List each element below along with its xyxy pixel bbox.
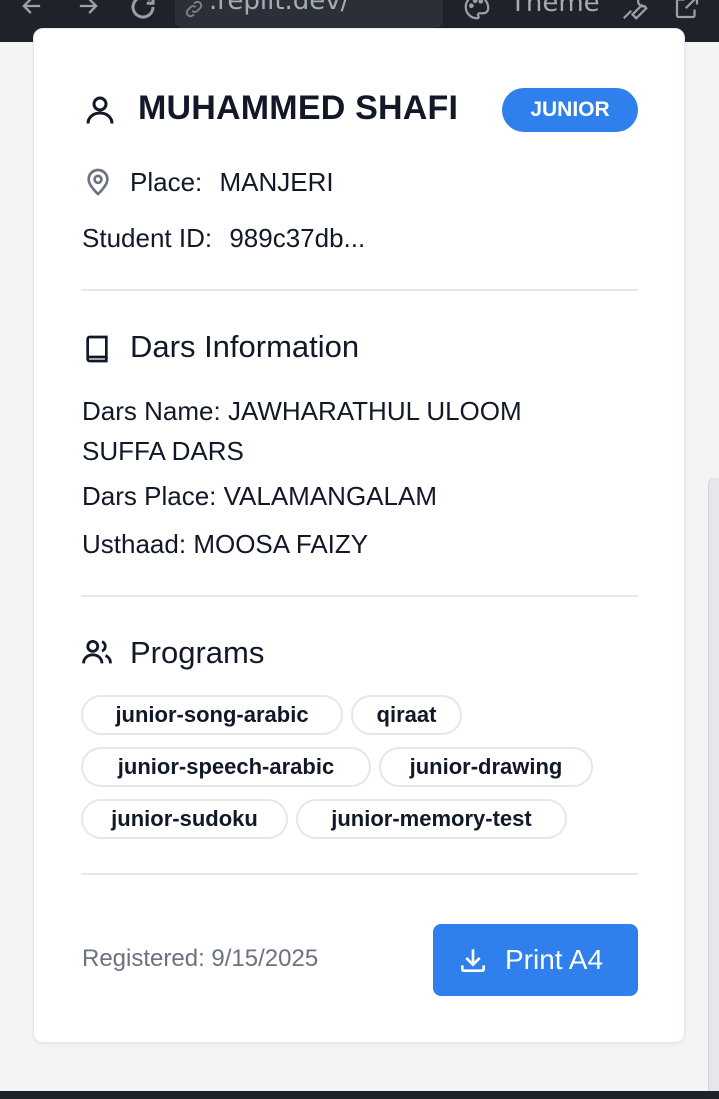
dars-name-row: Dars Name: JAWHARATHUL ULOOM SUFFA DARS — [82, 391, 522, 471]
forward-arrow-icon[interactable] — [74, 0, 102, 26]
print-a4-button[interactable]: Print A4 — [433, 924, 638, 996]
program-chip: junior-song-arabic — [81, 695, 343, 735]
student-id-label: Student ID: — [82, 223, 213, 253]
student-id-row: Student ID: 989c37db... — [82, 223, 365, 254]
program-chip: junior-drawing — [379, 747, 593, 787]
bottom-bar — [0, 1091, 719, 1099]
scrollbar[interactable] — [708, 478, 719, 1092]
place-row: Place: MANJERI — [130, 167, 334, 198]
map-pin-icon — [82, 165, 114, 204]
dars-place-label: Dars Place: — [82, 481, 217, 511]
book-icon — [81, 331, 113, 372]
back-arrow-icon[interactable] — [18, 0, 46, 26]
registered-date: Registered: 9/15/2025 — [82, 945, 319, 972]
palette-icon[interactable] — [462, 0, 492, 28]
place-label: Place: — [130, 167, 203, 197]
divider — [81, 873, 638, 875]
url-text: .replit.dev/ — [209, 0, 350, 16]
theme-button[interactable]: Theme — [510, 0, 600, 18]
dars-place-row: Dars Place: VALAMANGALAM — [82, 481, 437, 512]
usthaad-value: MOOSA FAIZY — [193, 529, 369, 559]
wrench-icon[interactable] — [620, 0, 650, 28]
dars-section-title: Dars Information — [130, 329, 360, 364]
reload-icon[interactable] — [128, 0, 158, 28]
usthaad-row: Usthaad: MOOSA FAIZY — [82, 529, 368, 560]
dars-name-value-line1: JAWHARATHUL ULOOM — [227, 396, 522, 426]
program-chip: junior-memory-test — [296, 799, 567, 839]
category-badge: JUNIOR — [502, 88, 638, 132]
users-icon — [80, 635, 114, 674]
user-icon — [82, 91, 118, 134]
student-id-value: 989c37db... — [229, 223, 366, 253]
download-icon — [457, 944, 489, 976]
program-chip: qiraat — [351, 695, 462, 735]
link-icon — [183, 0, 205, 25]
dars-place-value: VALAMANGALAM — [223, 481, 437, 511]
usthaad-label: Usthaad: — [82, 529, 187, 559]
place-value: MANJERI — [219, 167, 334, 197]
student-name: MUHAMMED SHAFI — [138, 89, 459, 127]
print-a4-label: Print A4 — [505, 944, 604, 975]
student-card: MUHAMMED SHAFI JUNIOR Place: MANJERI Stu… — [33, 28, 685, 1043]
external-link-icon[interactable] — [672, 0, 702, 28]
dars-name-value-line2: SUFFA DARS — [82, 436, 244, 466]
programs-section-title: Programs — [130, 635, 265, 670]
address-bar[interactable]: .replit.dev/ — [175, 0, 443, 28]
divider — [81, 289, 638, 291]
program-chip: junior-speech-arabic — [81, 747, 371, 787]
divider — [81, 595, 638, 597]
dars-name-label: Dars Name: — [82, 396, 221, 426]
program-chip: junior-sudoku — [81, 799, 288, 839]
